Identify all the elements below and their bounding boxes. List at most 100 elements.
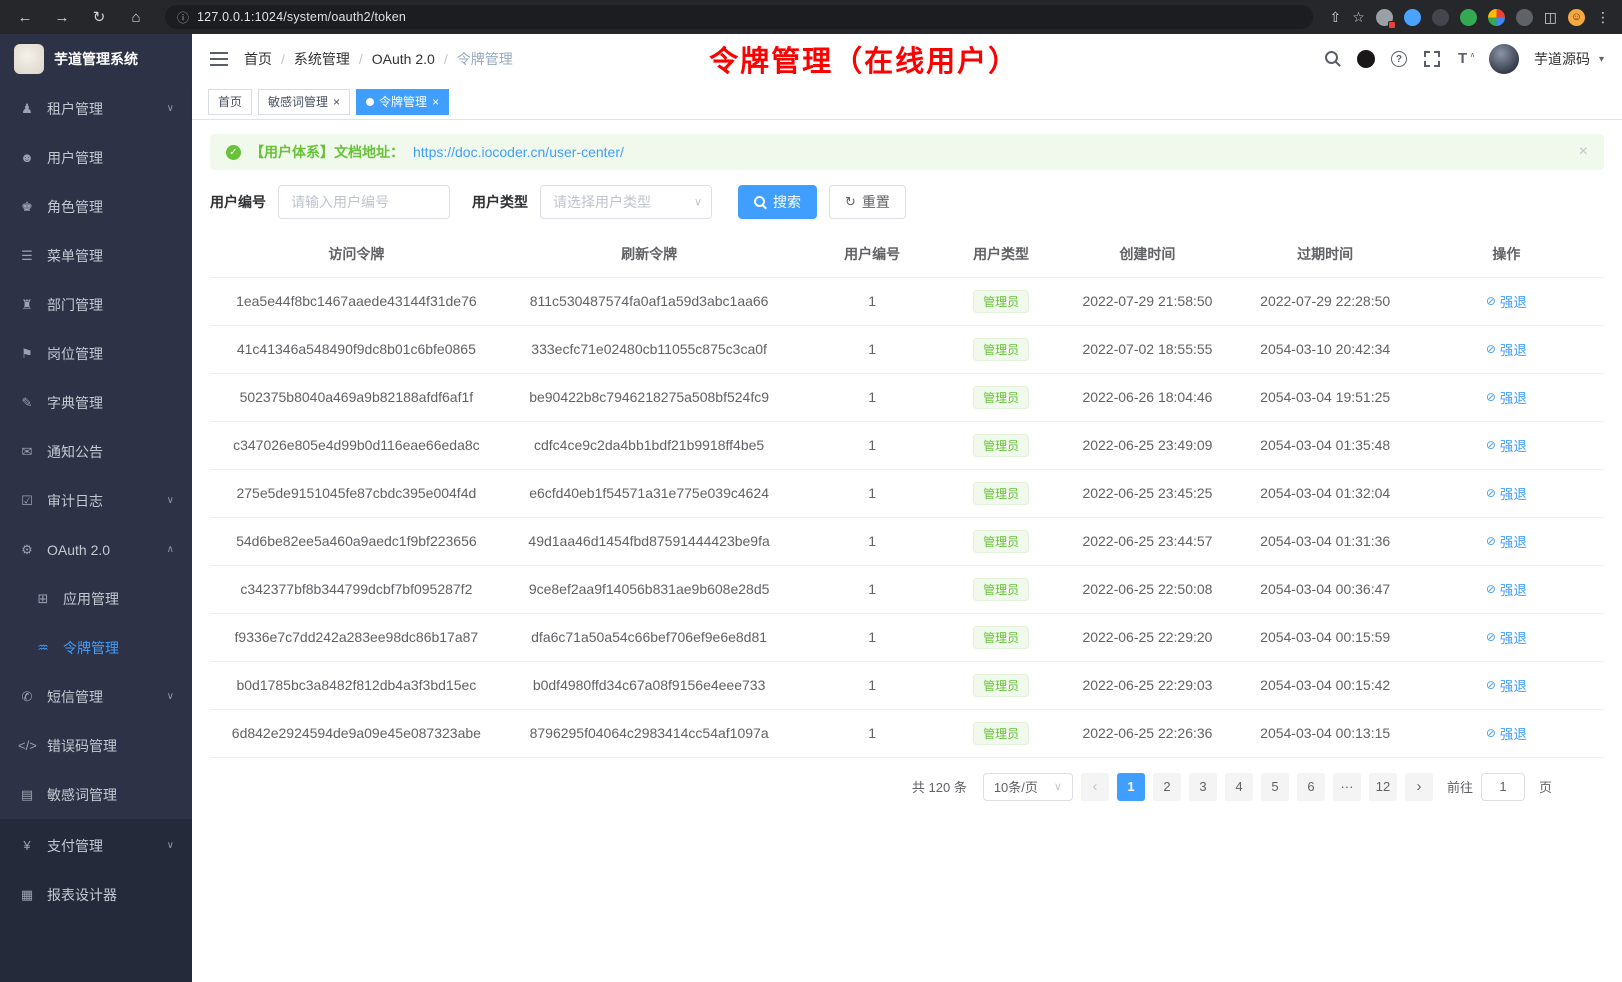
puzzle-extension-icon[interactable]: [1516, 9, 1533, 26]
force-logout-button[interactable]: ⊘ 强退: [1486, 387, 1527, 407]
sidebar-item-pay[interactable]: ¥ 支付管理 ∨: [0, 821, 192, 870]
sidebar-item-oauth2[interactable]: ⚙ OAuth 2.0 ∧: [0, 525, 192, 574]
fold-sidebar-icon[interactable]: [210, 52, 228, 66]
pay-icon: ¥: [18, 838, 36, 853]
sidebar-item-sensitive-word[interactable]: ▤ 敏感词管理: [0, 770, 192, 819]
blue-extension-icon[interactable]: [1404, 9, 1421, 26]
username[interactable]: 芋道源码: [1534, 49, 1590, 69]
doc-link[interactable]: https://doc.iocoder.cn/user-center/: [413, 144, 624, 160]
force-logout-button[interactable]: ⊘ 强退: [1486, 483, 1527, 503]
expire-time-cell: 2054-03-10 20:42:34: [1242, 325, 1409, 373]
close-icon[interactable]: ×: [333, 96, 340, 108]
chevron-down-icon: ∨: [167, 495, 174, 506]
user-icon: ☻: [18, 150, 36, 165]
action-cell: ⊘ 强退: [1409, 709, 1604, 757]
sidebar-item-tenant[interactable]: ♟ 租户管理 ∨: [0, 84, 192, 133]
column-header-1: 刷新令牌: [503, 231, 796, 277]
tab-2[interactable]: 令牌管理 ×: [356, 89, 449, 115]
menu-dots-icon[interactable]: ⋮: [1596, 9, 1610, 26]
search-button[interactable]: 搜索: [738, 185, 817, 219]
goto-suffix: 页: [1539, 777, 1552, 796]
next-page-button[interactable]: ›: [1405, 773, 1433, 801]
pinwheel-extension-icon[interactable]: [1488, 9, 1505, 26]
sidebar-item-notice[interactable]: ✉ 通知公告: [0, 427, 192, 476]
side-panel-icon[interactable]: ◫: [1544, 9, 1557, 26]
access-token-cell: b0d1785bc3a8482f812db4a3f3bd15ec: [210, 661, 503, 709]
help-icon[interactable]: [1390, 50, 1408, 68]
close-icon[interactable]: ×: [1579, 143, 1588, 161]
force-logout-button[interactable]: ⊘ 强退: [1486, 291, 1527, 311]
prev-page-button[interactable]: ‹: [1081, 773, 1109, 801]
sidebar-item-post[interactable]: ⚑ 岗位管理: [0, 329, 192, 378]
user-type-select-input[interactable]: [540, 185, 712, 219]
reload-icon[interactable]: ↻: [86, 4, 112, 30]
page-button-12[interactable]: 12: [1369, 773, 1397, 801]
breadcrumb-item-1[interactable]: 系统管理: [281, 49, 350, 69]
table-row: 41c41346a548490f9dc8b01c6bfe0865 333ecfc…: [210, 325, 1604, 373]
page-button-1[interactable]: 1: [1117, 773, 1145, 801]
refresh-token-cell: dfa6c71a50a54c66bef706ef9e6e8d81: [503, 613, 796, 661]
user-type-cell: 管理员: [949, 277, 1054, 325]
force-logout-button[interactable]: ⊘ 强退: [1486, 531, 1527, 551]
dark-extension-icon[interactable]: [1432, 9, 1449, 26]
page-button-3[interactable]: 3: [1189, 773, 1217, 801]
menu-item-label: 通知公告: [47, 442, 174, 462]
user-avatar[interactable]: [1489, 44, 1519, 74]
font-size-icon[interactable]: [1456, 50, 1474, 68]
user-id-cell: 1: [795, 277, 948, 325]
back-icon[interactable]: ←: [12, 4, 38, 30]
breadcrumb-item-0[interactable]: 首页: [244, 49, 272, 69]
page-content: ✓ 【用户体系】文档地址： https://doc.iocoder.cn/use…: [192, 120, 1622, 982]
home-icon[interactable]: ⌂: [123, 4, 149, 30]
app-manage-icon: ⊞: [34, 591, 52, 607]
force-logout-button[interactable]: ⊘ 强退: [1486, 627, 1527, 647]
access-token-cell: f9336e7c7dd242a283ee98dc86b17a87: [210, 613, 503, 661]
force-logout-button[interactable]: ⊘ 强退: [1486, 723, 1527, 743]
green-extension-icon[interactable]: [1460, 9, 1477, 26]
tenant-icon: ♟: [18, 101, 36, 117]
app-logo[interactable]: 芋道管理系统: [0, 34, 192, 84]
sidebar-item-sms[interactable]: ✆ 短信管理 ∨: [0, 672, 192, 721]
sidebar-item-role[interactable]: ♚ 角色管理: [0, 182, 192, 231]
breadcrumb-item-2[interactable]: OAuth 2.0: [359, 51, 435, 67]
force-logout-button[interactable]: ⊘ 强退: [1486, 675, 1527, 695]
chevron-down-icon[interactable]: ▾: [1599, 54, 1604, 65]
share-icon[interactable]: ⇧: [1329, 9, 1341, 26]
sidebar-item-dict[interactable]: ✎ 字典管理: [0, 378, 192, 427]
page-button-5[interactable]: 5: [1261, 773, 1289, 801]
github-icon[interactable]: [1357, 50, 1375, 68]
close-icon[interactable]: ×: [432, 96, 439, 108]
sidebar-item-user[interactable]: ☻ 用户管理: [0, 133, 192, 182]
force-logout-button[interactable]: ⊘ 强退: [1486, 579, 1527, 599]
url-bar[interactable]: ⓘ 127.0.0.1:1024/system/oauth2/token: [165, 5, 1313, 29]
fullscreen-icon[interactable]: [1423, 50, 1441, 68]
page-ellipsis[interactable]: ···: [1333, 773, 1361, 801]
forward-icon[interactable]: →: [49, 4, 75, 30]
bookmark-star-icon[interactable]: ☆: [1352, 9, 1365, 26]
sidebar-item-oauth2-app[interactable]: ⊞ 应用管理: [0, 574, 192, 623]
tag-view-bar: 首页 敏感词管理 × 令牌管理 ×: [192, 84, 1622, 120]
password-extension-icon[interactable]: [1376, 9, 1393, 26]
sidebar-item-error-code[interactable]: </> 错误码管理: [0, 721, 192, 770]
goto-page-input[interactable]: [1481, 773, 1525, 801]
tab-1[interactable]: 敏感词管理 ×: [258, 89, 350, 115]
force-logout-button[interactable]: ⊘ 强退: [1486, 339, 1527, 359]
sidebar-item-oauth2-token[interactable]: ♒ 令牌管理: [0, 623, 192, 672]
page-size-select[interactable]: 10条/页 ∨: [983, 773, 1073, 801]
sidebar-item-report-designer[interactable]: ▦ 报表设计器: [0, 870, 192, 919]
user-id-input[interactable]: [278, 185, 450, 219]
page-button-4[interactable]: 4: [1225, 773, 1253, 801]
search-icon[interactable]: [1324, 50, 1342, 68]
sidebar-menu: ♟ 租户管理 ∨ ☻ 用户管理 ♚ 角色管理 ☰ 菜单管理 ♜ 部门管理 ⚑ 岗…: [0, 84, 192, 819]
sidebar-item-audit-log[interactable]: ☑ 审计日志 ∨: [0, 476, 192, 525]
user-type-select[interactable]: ∨: [540, 185, 712, 219]
site-info-icon[interactable]: ⓘ: [177, 9, 189, 26]
page-button-2[interactable]: 2: [1153, 773, 1181, 801]
tab-0[interactable]: 首页: [208, 89, 252, 115]
sidebar-item-dept[interactable]: ♜ 部门管理: [0, 280, 192, 329]
sidebar-item-menu[interactable]: ☰ 菜单管理: [0, 231, 192, 280]
reset-button[interactable]: ↻ 重置: [829, 185, 906, 219]
force-logout-button[interactable]: ⊘ 强退: [1486, 435, 1527, 455]
profile-avatar-icon[interactable]: ☺: [1568, 9, 1585, 26]
page-button-6[interactable]: 6: [1297, 773, 1325, 801]
